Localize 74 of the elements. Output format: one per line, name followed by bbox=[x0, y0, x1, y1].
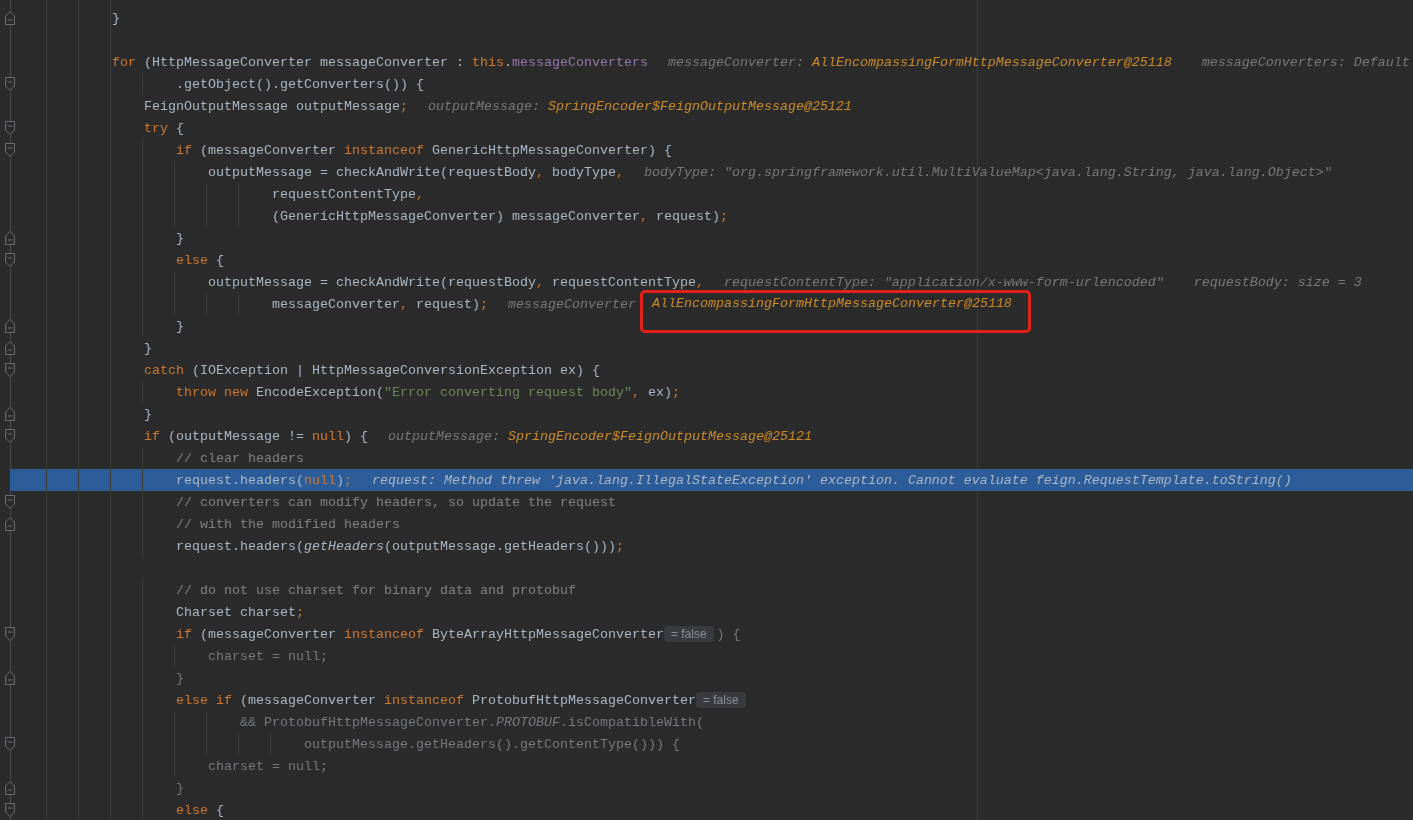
code-text: else if (messageConverter instanceof ProtobufHttpMessageConverter bbox=[176, 692, 696, 708]
code-text: outputMessage = checkAndWrite(requestBody, bodyType, bbox=[208, 164, 624, 180]
variable-name: messageConverters: bbox=[1201, 54, 1346, 70]
variable-value: AllEncompassingFormHttpMessageConverter@25118 bbox=[651, 296, 1012, 311]
code-text: for (HttpMessageConverter messageConverter : this.messageConverters bbox=[112, 54, 648, 70]
variable-name: bodyType: bbox=[643, 164, 716, 180]
fold-end-icon[interactable] bbox=[5, 517, 15, 531]
code-text: } bbox=[176, 230, 184, 246]
variable-value: SpringEncoder$FeignOutputMessage@25121 bbox=[547, 98, 852, 114]
fold-end-icon[interactable] bbox=[5, 319, 15, 333]
code-text: else { bbox=[176, 802, 224, 818]
fold-start-icon[interactable] bbox=[5, 253, 15, 267]
code-text: charset = null; bbox=[208, 648, 328, 664]
variable-value: size = 3 bbox=[1297, 274, 1362, 290]
code-text: (GenericHttpMessageConverter) messageConverter, request); bbox=[272, 208, 728, 224]
variable-name: requestBody: bbox=[1193, 274, 1290, 290]
code-text: outputMessage.getHeaders().getContentType())) { bbox=[304, 736, 680, 752]
variable-name: messageConverter: bbox=[667, 54, 804, 70]
fold-start-icon[interactable] bbox=[5, 143, 15, 157]
code-text: } bbox=[144, 340, 152, 356]
fold-start-icon[interactable] bbox=[5, 495, 15, 509]
fold-end-icon[interactable] bbox=[5, 781, 15, 795]
code-text: if (messageConverter instanceof ByteArrayHttpMessageConverter bbox=[176, 626, 664, 642]
code-text: && ProtobufHttpMessageConverter.PROTOBUF.isCompatibleWith( bbox=[240, 714, 704, 730]
code-text: // with the modified headers bbox=[176, 516, 400, 532]
code-text: else { bbox=[176, 252, 224, 268]
code-text: try { bbox=[144, 120, 184, 136]
code-text: // do not use charset for binary data and protobuf bbox=[176, 582, 576, 598]
code-text: } bbox=[176, 318, 184, 334]
variable-value: Default bbox=[1353, 54, 1410, 70]
code-text: request.headers(null); bbox=[176, 472, 352, 488]
code-text: .getObject().getConverters()) { bbox=[176, 76, 424, 92]
fold-end-icon[interactable] bbox=[5, 231, 15, 245]
fold-end-icon[interactable] bbox=[5, 341, 15, 355]
code-text: } bbox=[176, 780, 184, 796]
fold-start-icon[interactable] bbox=[5, 737, 15, 751]
variable-value: "application/x-www-form-urlencoded" bbox=[883, 274, 1164, 290]
code-text: requestContentType, bbox=[272, 186, 424, 202]
fold-end-icon[interactable] bbox=[5, 671, 15, 685]
code-text: Charset charset; bbox=[176, 604, 304, 620]
code-text: messageConverter, request); bbox=[272, 296, 488, 312]
inline-hint: = false bbox=[663, 626, 714, 642]
fold-end-icon[interactable] bbox=[5, 407, 15, 421]
variable-value: Method threw 'java.lang.IllegalStateException' exception. Cannot evaluate feign.RequestTemplate.toString() bbox=[444, 472, 1292, 488]
variable-name: outputMessage: bbox=[387, 428, 500, 444]
fold-start-icon[interactable] bbox=[5, 77, 15, 91]
code-text: } bbox=[176, 670, 184, 686]
fold-start-icon[interactable] bbox=[5, 627, 15, 641]
variable-value: SpringEncoder$FeignOutputMessage@25121 bbox=[507, 428, 812, 444]
variable-name: request: bbox=[372, 472, 436, 488]
fold-start-icon[interactable] bbox=[5, 429, 15, 443]
variable-name: outputMessage: bbox=[427, 98, 540, 114]
fold-start-icon[interactable] bbox=[5, 803, 15, 817]
variable-value: "org.springframework.util.MultiValueMap<java.lang.String, java.lang.Object>" bbox=[723, 164, 1332, 180]
code-text: if (messageConverter instanceof GenericHttpMessageConverter) { bbox=[176, 142, 672, 158]
fold-end-icon[interactable] bbox=[5, 11, 15, 25]
code-text: request.headers(getHeaders(outputMessage.getHeaders())); bbox=[176, 538, 624, 554]
code-text: charset = null; bbox=[208, 758, 328, 774]
code-text: throw new EncodeException("Error converting request body", ex); bbox=[176, 384, 680, 400]
code-text: // converters can modify headers, so update the request bbox=[176, 494, 616, 510]
variable-name: messageConverter bbox=[507, 296, 636, 312]
fold-start-icon[interactable] bbox=[5, 363, 15, 377]
variable-name: requestContentType: bbox=[723, 274, 876, 290]
code-text: } bbox=[112, 10, 120, 26]
variable-value: AllEncompassingFormHttpMessageConverter@25118 bbox=[811, 54, 1172, 70]
code-text: ) { bbox=[716, 626, 741, 642]
inline-hint: = false bbox=[695, 692, 746, 708]
code-text: catch (IOException | HttpMessageConversionException ex) { bbox=[144, 362, 600, 378]
code-text: } bbox=[144, 406, 152, 422]
code-text: outputMessage = checkAndWrite(requestBody, requestContentType, bbox=[208, 274, 704, 290]
code-text: if (outputMessage != null) { bbox=[144, 428, 368, 444]
code-text: // clear headers bbox=[176, 450, 304, 466]
fold-start-icon[interactable] bbox=[5, 121, 15, 135]
code-text: FeignOutputMessage outputMessage; bbox=[144, 98, 408, 114]
